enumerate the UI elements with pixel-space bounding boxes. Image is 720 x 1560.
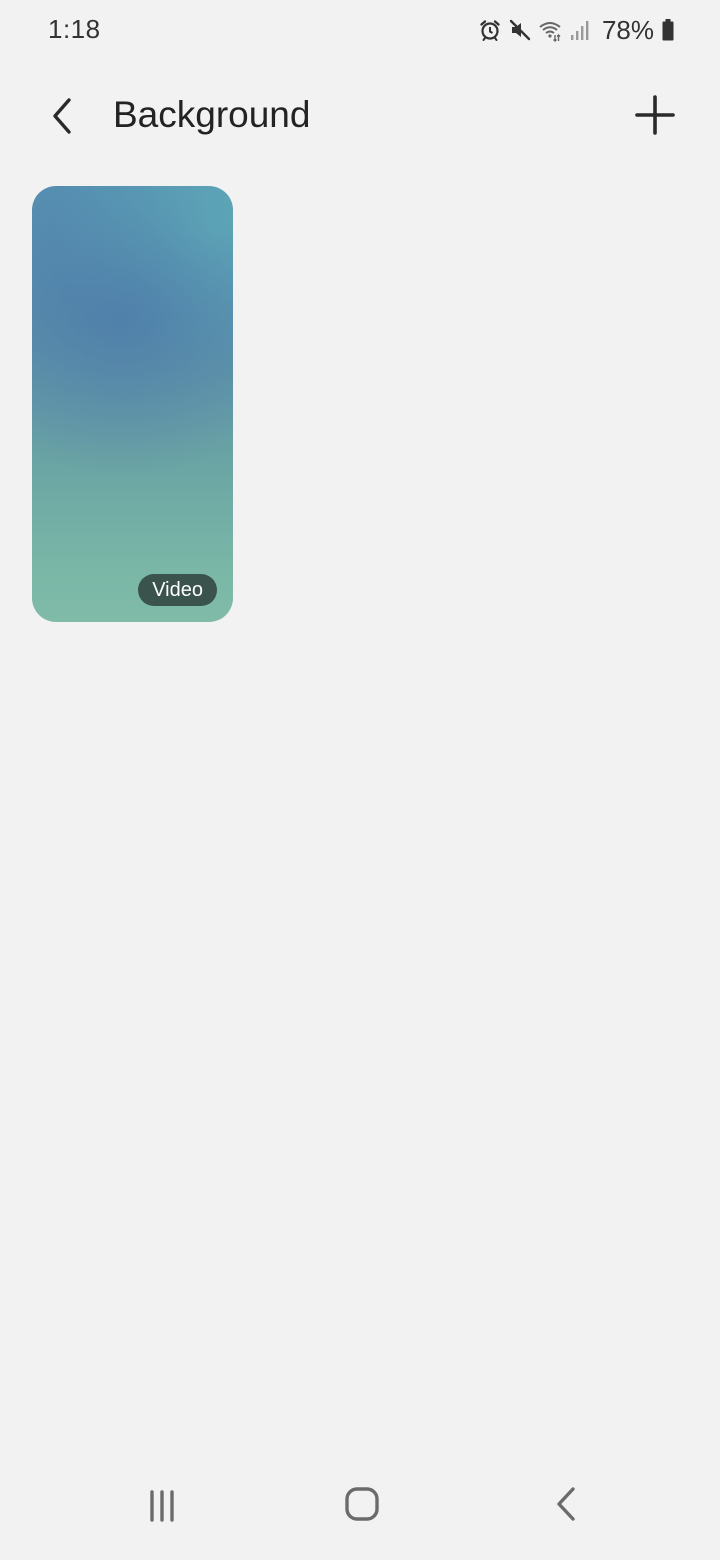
alarm-icon xyxy=(478,18,502,42)
status-bar: 1:18 78% xyxy=(0,0,720,60)
app-bar: Background xyxy=(0,70,720,160)
recents-button[interactable] xyxy=(140,1484,184,1528)
page-title: Background xyxy=(113,94,311,135)
status-time: 1:18 xyxy=(48,14,101,44)
back-button[interactable] xyxy=(36,90,88,142)
status-icons: 78% xyxy=(478,14,674,46)
home-icon xyxy=(345,1487,379,1521)
chevron-left-icon xyxy=(53,98,71,134)
back-icon xyxy=(557,1487,575,1521)
mute-icon xyxy=(508,18,532,42)
navigation-bar xyxy=(0,1450,720,1560)
plus-icon xyxy=(635,95,675,135)
home-button[interactable] xyxy=(340,1482,384,1526)
nav-back-button[interactable] xyxy=(544,1482,588,1526)
recents-icon xyxy=(150,1490,174,1522)
signal-icon xyxy=(568,18,592,42)
video-badge: Video xyxy=(138,574,217,606)
background-thumbnail[interactable]: Video xyxy=(32,186,233,622)
wifi-icon xyxy=(538,18,562,42)
battery-icon xyxy=(662,19,674,41)
battery-percent: 78% xyxy=(601,14,654,45)
add-button[interactable] xyxy=(630,90,680,140)
